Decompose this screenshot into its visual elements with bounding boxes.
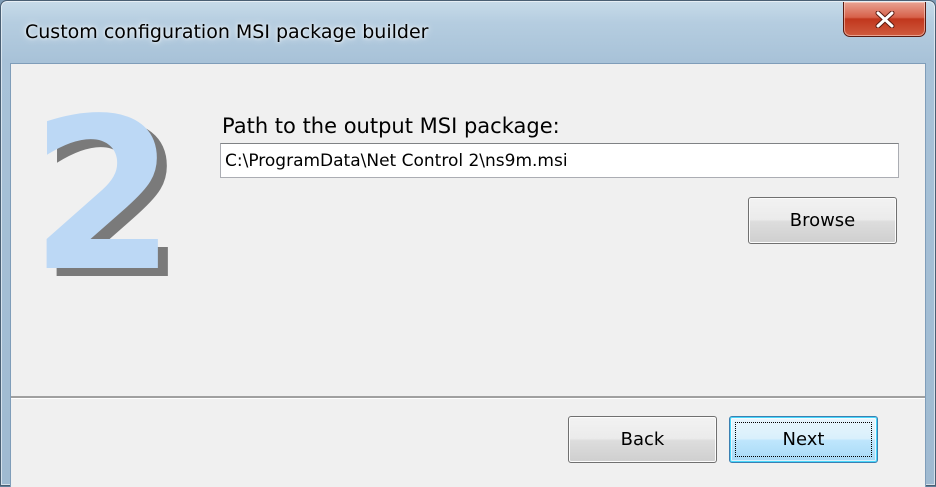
output-path-input[interactable]: [220, 143, 899, 178]
browse-button-label: Browse: [789, 210, 856, 231]
next-button[interactable]: Next: [729, 416, 878, 463]
title-bar[interactable]: Custom configuration MSI package builder: [1, 1, 935, 63]
close-icon: [875, 10, 895, 28]
output-path-label: Path to the output MSI package:: [222, 114, 560, 138]
next-button-label: Next: [782, 429, 825, 450]
step-number-graphic: 2 2: [30, 73, 186, 326]
dialog-client-area: 2 2 Path to the output MSI package: Brow…: [10, 63, 926, 487]
content-panel: 2 2 Path to the output MSI package: Brow…: [11, 64, 925, 398]
window-title: Custom configuration MSI package builder: [25, 21, 429, 43]
desktop-background: Custom configuration MSI package builder…: [0, 0, 936, 487]
dialog-window: Custom configuration MSI package builder…: [0, 0, 936, 487]
close-button[interactable]: [843, 2, 926, 37]
step-number: 2: [30, 73, 176, 318]
back-button-label: Back: [620, 429, 665, 450]
browse-button[interactable]: Browse: [748, 197, 897, 244]
back-button[interactable]: Back: [568, 416, 717, 463]
